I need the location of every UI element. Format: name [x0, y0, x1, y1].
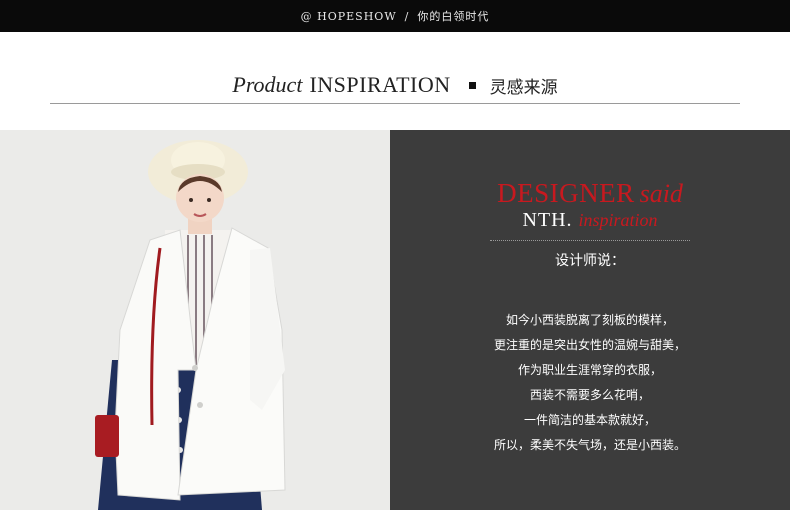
- inspiration-script: inspiration: [578, 210, 658, 230]
- quote-line: 作为职业生涯常穿的衣服，: [517, 363, 662, 377]
- quote-line: 所以，柔美不失气场，还是小西装。: [493, 438, 686, 452]
- designer-quote: 如今小西装脱离了刻板的模样， 更注重的是突出女性的温婉与甜美， 作为职业生涯常穿…: [390, 308, 790, 458]
- section-heading: Product INSPIRATION 灵感来源: [0, 70, 790, 100]
- nth-inspiration: NTH. inspiration: [390, 209, 790, 232]
- heading-chinese: 灵感来源: [489, 77, 558, 98]
- designer-panel: DESIGNER said NTH. inspiration 设计师说： 如今小西装…: [390, 130, 790, 510]
- heading-divider: [50, 103, 740, 104]
- designer-says-label: 设计师说：: [555, 253, 625, 269]
- quote-line: 西装不需要多么花哨，: [529, 388, 650, 402]
- quote-line: 更注重的是突出女性的温婉与甜美，: [493, 338, 686, 352]
- brand-tagline: 你的白领时代: [417, 10, 490, 23]
- designer-text: DESIGNER: [497, 178, 635, 208]
- model-photo: [0, 130, 390, 510]
- brand-name: HOPESHOW: [317, 9, 397, 23]
- divider-slash: /: [404, 9, 410, 23]
- dotted-divider: [490, 240, 690, 241]
- square-bullet-icon: [468, 81, 476, 89]
- quote-line: 一件简洁的基本款就好，: [523, 413, 656, 427]
- heading-product: Product: [232, 72, 303, 97]
- heading-inspiration: INSPIRATION: [309, 72, 451, 97]
- said-text: said: [639, 179, 683, 208]
- designer-said-title: DESIGNER said: [390, 178, 790, 209]
- model-illustration: [0, 130, 390, 510]
- top-banner: @ HOPESHOW / 你的白领时代: [0, 0, 790, 32]
- at-symbol: @: [300, 9, 313, 23]
- quote-line: 如今小西装脱离了刻板的模样，: [505, 313, 674, 327]
- nth-text: NTH.: [522, 209, 573, 231]
